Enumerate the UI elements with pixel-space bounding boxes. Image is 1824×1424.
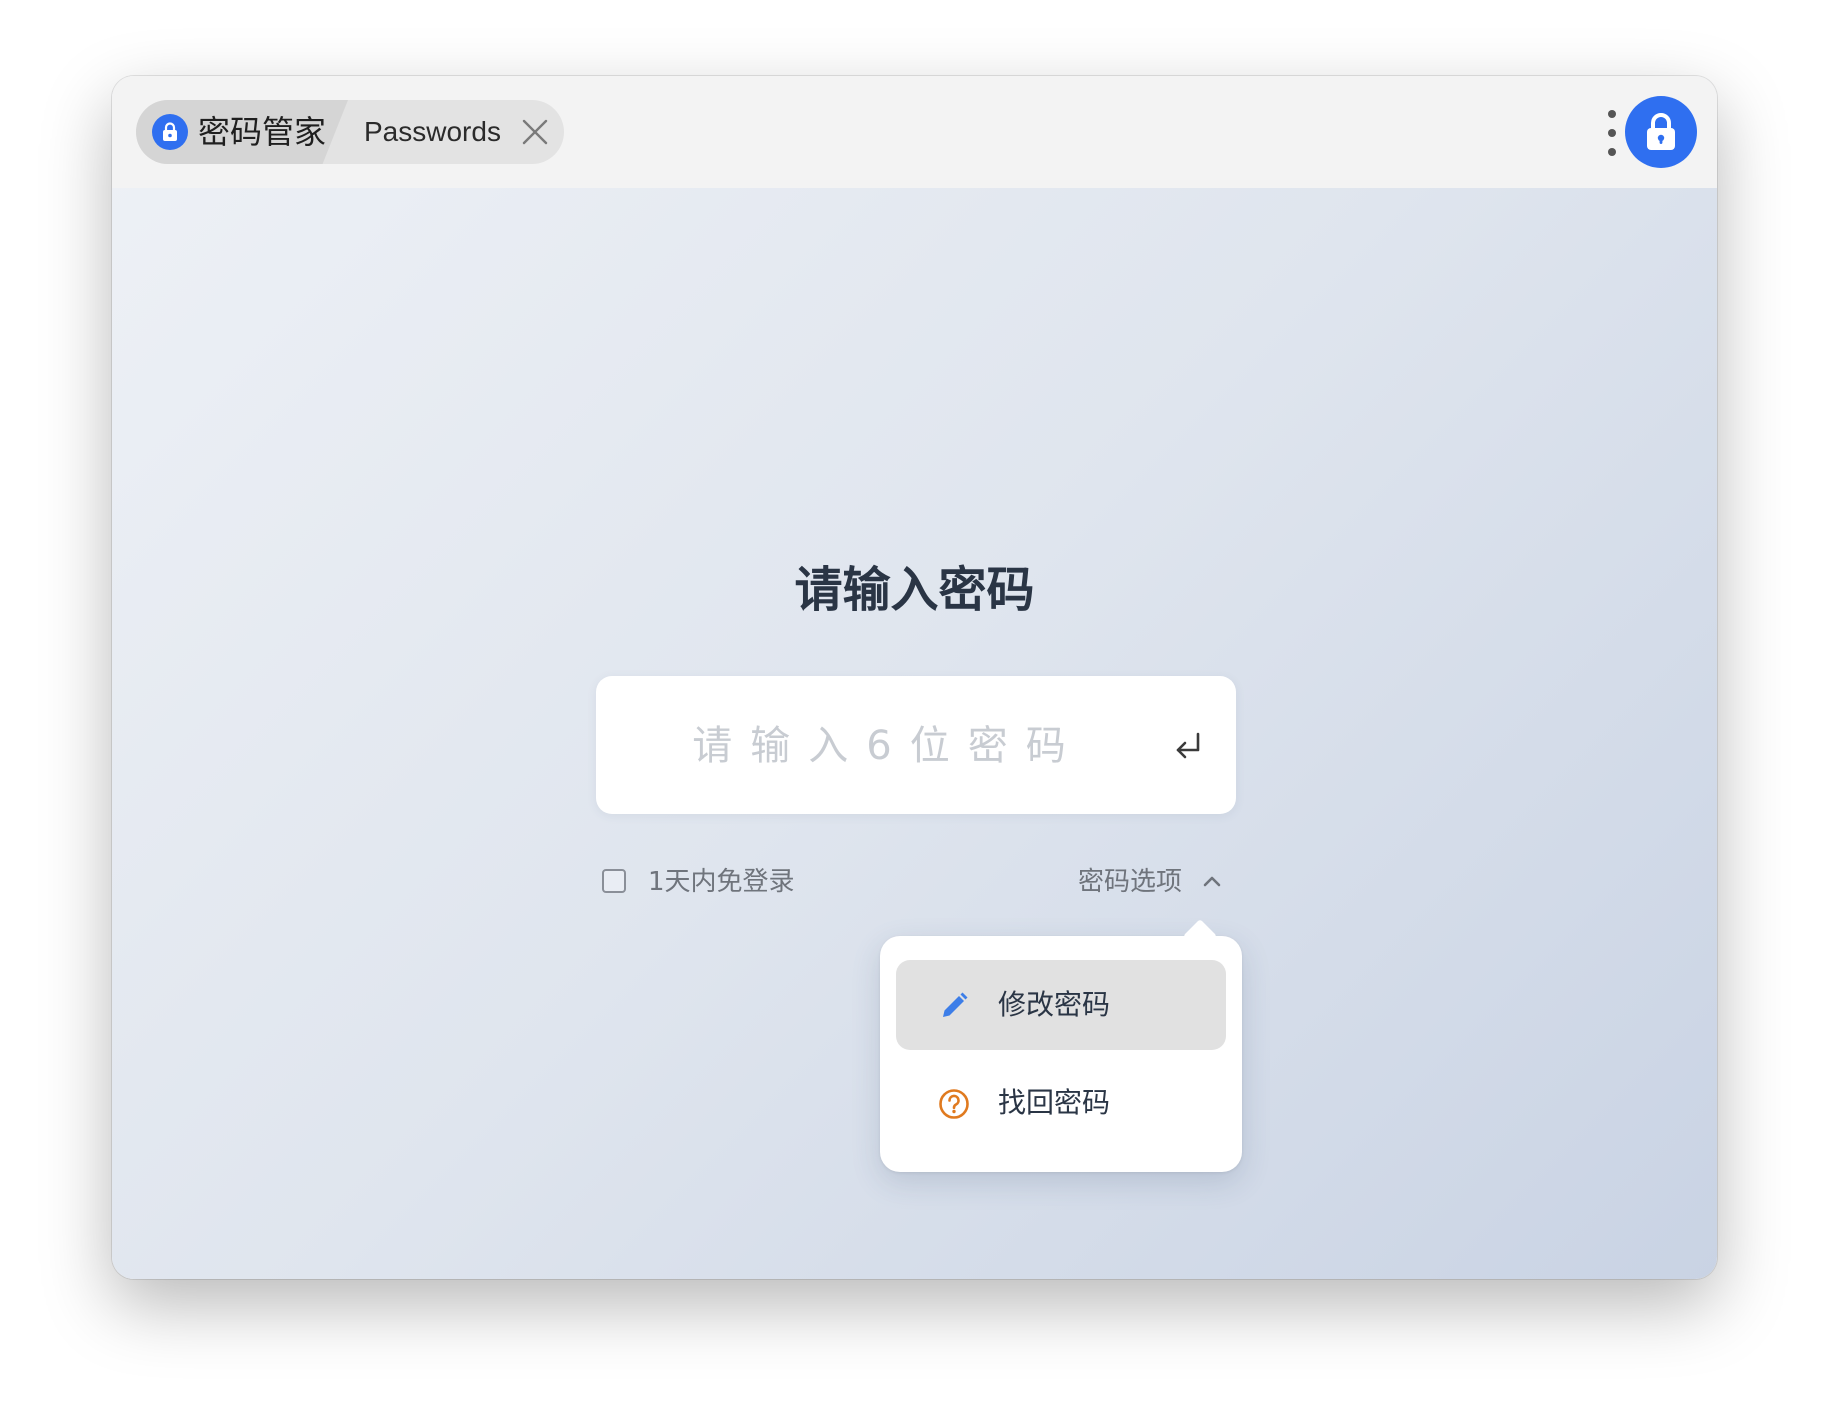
lock-icon: [152, 114, 188, 150]
recover-password-item[interactable]: 找回密码: [896, 1058, 1226, 1148]
password-options-menu: 修改密码 找回密码: [880, 919, 1242, 1172]
password-options-toggle[interactable]: 密码选项: [1078, 864, 1228, 900]
menu-pointer: [1183, 919, 1217, 953]
chevron-up-icon: [1203, 876, 1221, 887]
lock-icon: [1647, 113, 1675, 150]
close-icon[interactable]: [521, 118, 549, 146]
lock-button[interactable]: [1625, 96, 1697, 168]
change-password-label: 修改密码: [998, 988, 1111, 1021]
question-circle-icon: [939, 1089, 969, 1119]
app-tab[interactable]: 密码管家 Passwords: [136, 100, 564, 164]
tab-label: Passwords: [364, 116, 501, 147]
enter-return-icon[interactable]: [1170, 728, 1206, 764]
more-vertical-icon[interactable]: [1603, 110, 1621, 156]
password-field-container: [596, 676, 1236, 814]
pencil-icon: [943, 992, 968, 1017]
page-title: 请输入密码: [794, 562, 1035, 618]
title-bar: 密码管家 Passwords: [112, 76, 1717, 188]
remember-checkbox[interactable]: [602, 869, 626, 893]
remember-label: 1天内免登录: [648, 867, 795, 897]
tab-app-title: 密码管家: [198, 113, 327, 151]
change-password-item[interactable]: 修改密码: [896, 960, 1226, 1050]
app-window: 密码管家 Passwords 请输入密码 1天内免登录 密码选项 修改密码 找回…: [112, 76, 1717, 1279]
password-input[interactable]: [636, 696, 1140, 796]
password-options-label: 密码选项: [1078, 867, 1183, 897]
recover-password-label: 找回密码: [998, 1086, 1111, 1119]
